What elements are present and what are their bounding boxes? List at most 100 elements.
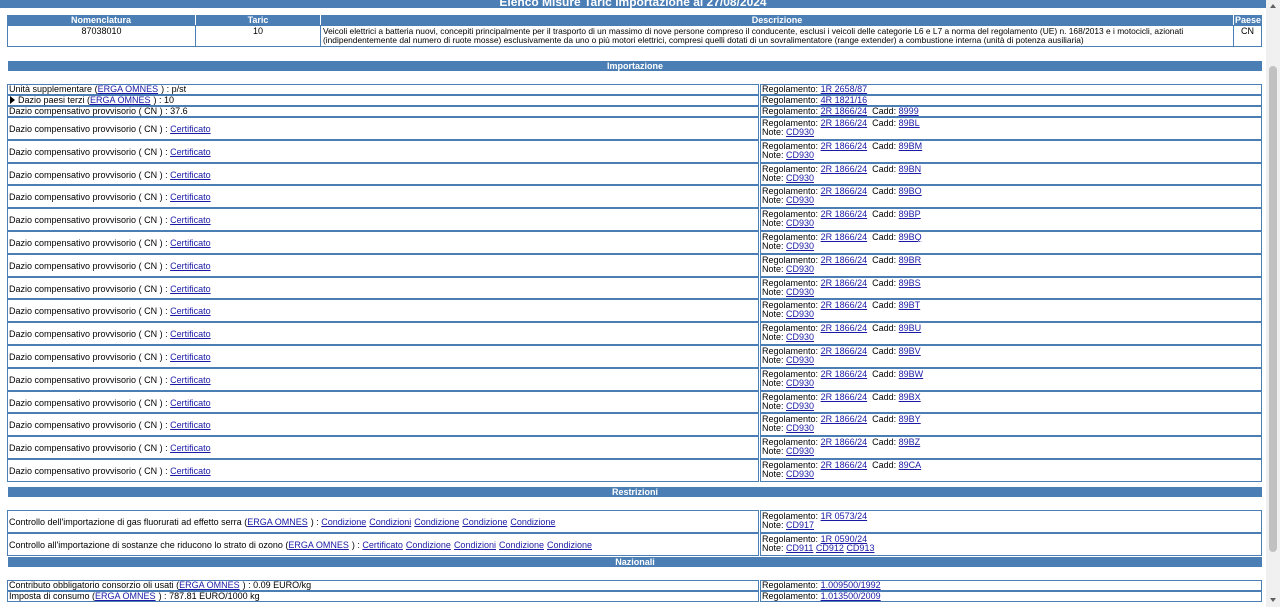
- regulation-link[interactable]: 2R 1866/24: [821, 460, 868, 470]
- erga-omnes-link[interactable]: ERGA OMNES: [247, 517, 308, 527]
- note-link[interactable]: CD930: [786, 287, 814, 297]
- condizioni-link[interactable]: Condizioni: [454, 540, 496, 550]
- cadd-link[interactable]: 89BQ: [899, 232, 922, 242]
- certificato-link[interactable]: Certificato: [170, 215, 211, 225]
- certificato-link[interactable]: Certificato: [170, 420, 211, 430]
- note-link[interactable]: CD930: [786, 332, 814, 342]
- cadd-link[interactable]: 89BX: [899, 392, 921, 402]
- note-link[interactable]: CD930: [786, 173, 814, 183]
- condizione-link[interactable]: Condizione: [510, 517, 555, 527]
- regulation-link[interactable]: 2R 1866/24: [821, 437, 868, 447]
- regulation-link[interactable]: 2R 1866/24: [821, 118, 868, 128]
- regulation-link[interactable]: 2R 1866/24: [821, 141, 868, 151]
- certificato-link[interactable]: Certificato: [170, 238, 211, 248]
- note-link[interactable]: CD917: [786, 520, 814, 530]
- certificato-link[interactable]: Certificato: [170, 375, 211, 385]
- condizione-link[interactable]: Condizione: [406, 540, 451, 550]
- certificato-link[interactable]: Certificato: [170, 466, 211, 476]
- note-link[interactable]: CD930: [786, 241, 814, 251]
- row-dazio-paesi-terzi[interactable]: Dazio paesi terzi (ERGA OMNES) : 10: [7, 95, 759, 106]
- regulation-link[interactable]: 2R 1866/24: [821, 414, 868, 424]
- regulation-link[interactable]: 1R 0573/24: [821, 511, 868, 521]
- regulation-link[interactable]: 2R 1866/24: [821, 278, 868, 288]
- cadd-link[interactable]: 89BN: [899, 164, 922, 174]
- note-link[interactable]: CD911: [786, 543, 813, 553]
- regulation-link[interactable]: 2R 1866/24: [821, 186, 868, 196]
- note-link[interactable]: CD930: [786, 195, 814, 205]
- regulation-link[interactable]: 2R 1866/24: [821, 209, 868, 219]
- note-link[interactable]: CD930: [786, 264, 814, 274]
- certificato-link[interactable]: Certificato: [170, 261, 211, 271]
- certificato-link[interactable]: Certificato: [362, 540, 403, 550]
- cadd-link[interactable]: 89BU: [899, 323, 922, 333]
- note-link[interactable]: CD930: [786, 150, 814, 160]
- regulation-link[interactable]: 2R 1866/24: [821, 107, 868, 116]
- cadd-link[interactable]: 89BO: [899, 186, 922, 196]
- note-link[interactable]: CD930: [786, 469, 814, 479]
- note-link[interactable]: CD930: [786, 218, 814, 228]
- erga-omnes-link[interactable]: ERGA OMNES: [90, 96, 151, 105]
- condizione-link[interactable]: Condizione: [414, 517, 459, 527]
- row-dazio-compensativo-certificato: Dazio compensativo provvisorio ( CN ) : …: [7, 322, 759, 345]
- regulation-link[interactable]: 2R 1866/24: [821, 164, 868, 174]
- regulation-link[interactable]: 2R 1866/24: [821, 392, 868, 402]
- expand-triangle-icon[interactable]: [10, 96, 15, 104]
- regulation-link[interactable]: 2R 1866/24: [821, 300, 868, 310]
- erga-omnes-link[interactable]: ERGA OMNES: [95, 592, 156, 601]
- certificato-link[interactable]: Certificato: [170, 284, 211, 294]
- certificato-link[interactable]: Certificato: [170, 352, 211, 362]
- condizione-link[interactable]: Condizione: [321, 517, 366, 527]
- regulation-link[interactable]: 1.013500/2009: [821, 592, 881, 601]
- certificato-link[interactable]: Certificato: [170, 398, 211, 408]
- regulation-link[interactable]: 1.009500/1992: [821, 581, 881, 590]
- erga-omnes-link[interactable]: ERGA OMNES: [98, 85, 159, 94]
- note-link[interactable]: CD930: [786, 423, 814, 433]
- certificato-link[interactable]: Certificato: [170, 170, 211, 180]
- certificato-link[interactable]: Certificato: [170, 192, 211, 202]
- erga-omnes-link[interactable]: ERGA OMNES: [288, 540, 349, 550]
- certificato-link[interactable]: Certificato: [170, 306, 211, 316]
- cadd-link[interactable]: 89BZ: [899, 437, 921, 447]
- cadd-link[interactable]: 89BV: [899, 346, 921, 356]
- regulation-link[interactable]: 2R 1866/24: [821, 369, 868, 379]
- regulation-link[interactable]: 2R 1866/24: [821, 323, 868, 333]
- cadd-link[interactable]: 89BR: [899, 255, 922, 265]
- condizione-link[interactable]: Condizione: [547, 540, 592, 550]
- note-link[interactable]: CD930: [786, 309, 814, 319]
- cadd-link[interactable]: 89BT: [899, 300, 921, 310]
- cadd-link[interactable]: 89BP: [899, 209, 921, 219]
- regulation-link[interactable]: 2R 1866/24: [821, 255, 868, 265]
- cadd-link[interactable]: 89BY: [899, 414, 921, 424]
- note-link[interactable]: CD913: [846, 543, 874, 553]
- cadd-link[interactable]: 89BM: [899, 141, 923, 151]
- note-link[interactable]: CD930: [786, 401, 814, 411]
- note-link[interactable]: CD930: [786, 446, 814, 456]
- vertical-scrollbar[interactable]: [1266, 0, 1280, 607]
- condizioni-link[interactable]: Condizioni: [369, 517, 411, 527]
- regulation-link[interactable]: 2R 1866/24: [821, 346, 868, 356]
- cadd-label: Cadd:: [872, 255, 897, 265]
- cadd-link[interactable]: 89CA: [899, 460, 922, 470]
- condizione-link[interactable]: Condizione: [499, 540, 544, 550]
- note-link[interactable]: CD930: [786, 355, 814, 365]
- condizione-link[interactable]: Condizione: [462, 517, 507, 527]
- erga-omnes-link[interactable]: ERGA OMNES: [179, 581, 240, 590]
- certificato-link[interactable]: Certificato: [170, 147, 211, 157]
- note-link[interactable]: CD930: [786, 127, 814, 137]
- regulation-link[interactable]: 2R 1866/24: [821, 232, 868, 242]
- cadd-link[interactable]: 89BL: [899, 118, 920, 128]
- certificato-link[interactable]: Certificato: [170, 443, 211, 453]
- scrollbar-thumb[interactable]: [1269, 66, 1277, 552]
- cadd-link[interactable]: 8999: [899, 107, 919, 116]
- note-link[interactable]: CD912: [816, 543, 844, 553]
- cadd-label: Cadd:: [872, 369, 897, 379]
- regulation-link[interactable]: 1R 2658/87: [821, 85, 868, 94]
- certificato-link[interactable]: Certificato: [170, 124, 211, 134]
- scroll-up-arrow-icon[interactable]: [1270, 4, 1276, 8]
- regulation-link[interactable]: 4R 1821/16: [821, 96, 868, 105]
- note-link[interactable]: CD930: [786, 378, 814, 388]
- cadd-link[interactable]: 89BS: [899, 278, 921, 288]
- cadd-link[interactable]: 89BW: [899, 369, 924, 379]
- certificato-link[interactable]: Certificato: [170, 329, 211, 339]
- scroll-down-arrow-icon[interactable]: [1270, 598, 1276, 602]
